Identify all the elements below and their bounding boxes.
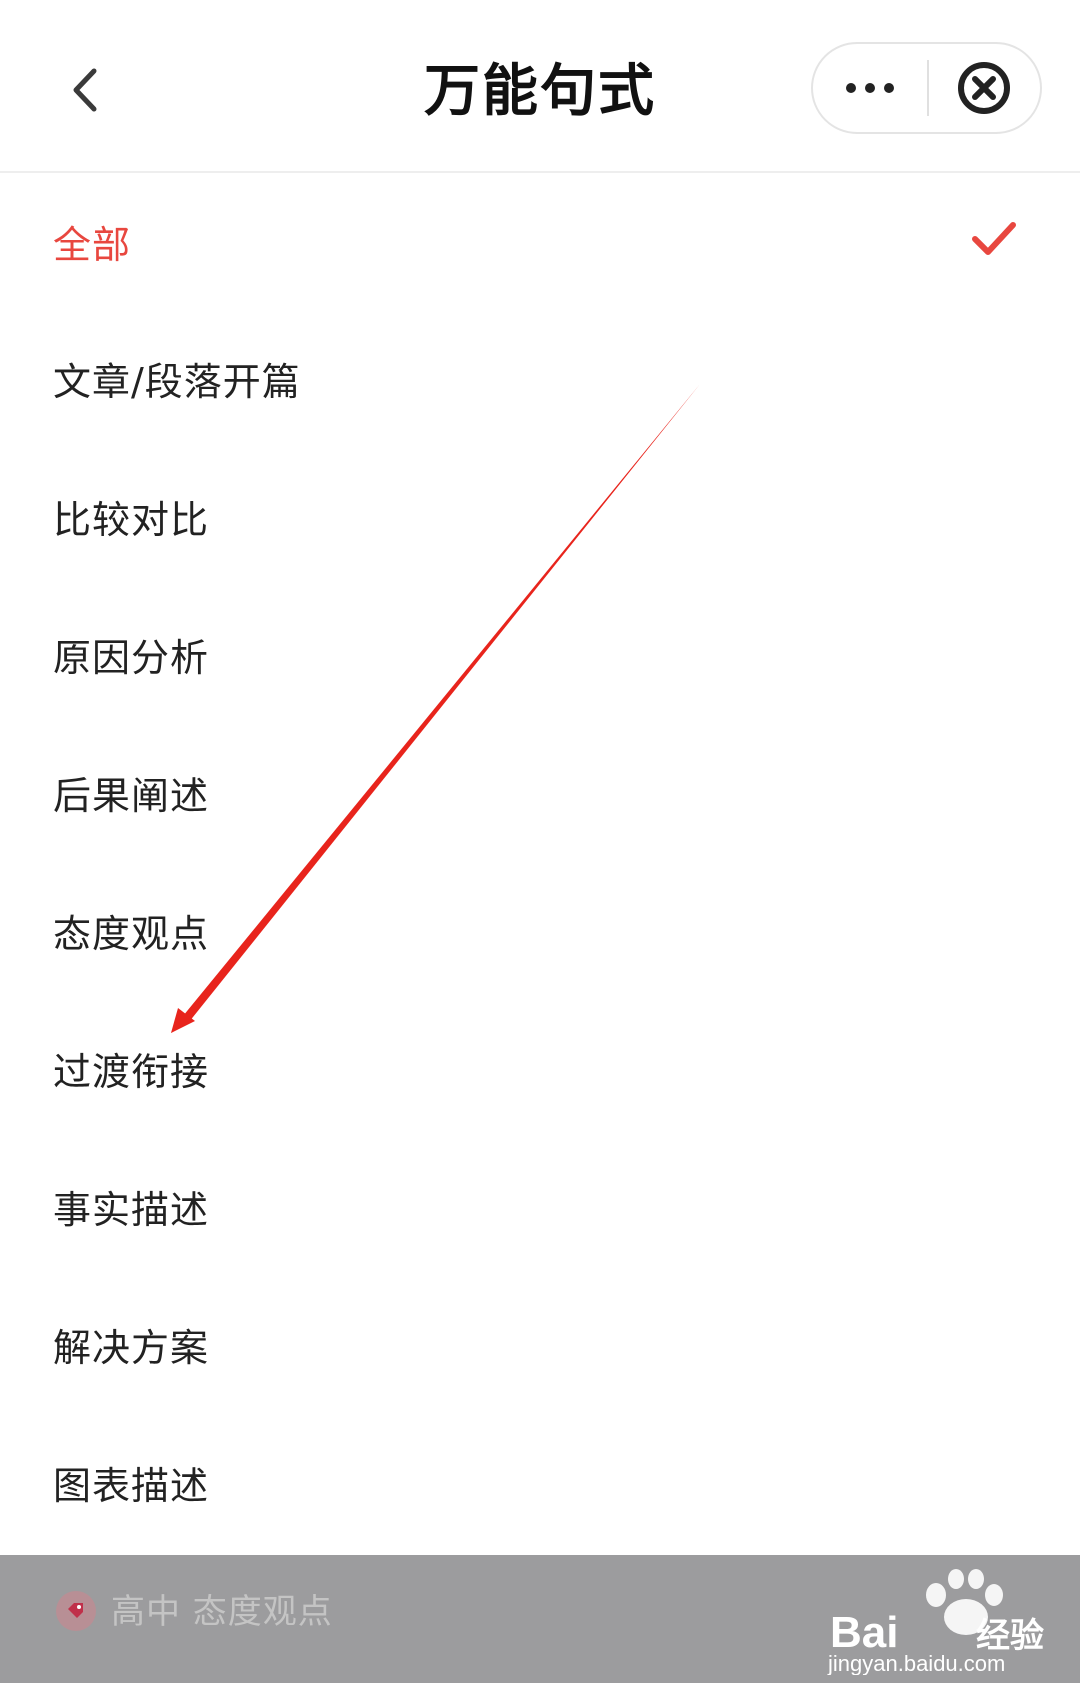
- category-label: 解决方案: [53, 1325, 210, 1370]
- category-label: 后果阐述: [53, 773, 210, 818]
- category-label: 态度观点: [53, 911, 210, 956]
- category-item-all[interactable]: 全部: [0, 173, 1080, 309]
- svg-text:jingyan.baidu.com: jingyan.baidu.com: [827, 1651, 1005, 1675]
- more-button[interactable]: [813, 44, 927, 132]
- category-label: 全部: [53, 222, 132, 267]
- category-item-cause-analysis[interactable]: 原因分析: [0, 585, 1080, 723]
- tag-icon: [56, 1591, 96, 1631]
- checkmark-icon: [972, 222, 1016, 255]
- category-item-consequences[interactable]: 后果阐述: [0, 723, 1080, 861]
- category-item-opinion[interactable]: 态度观点: [0, 861, 1080, 999]
- category-label: 原因分析: [53, 635, 210, 680]
- bottom-bar: 高中 态度观点 Bai 经验 jingyan.baidu.com: [0, 1555, 1080, 1683]
- close-circle-icon: [958, 62, 1011, 114]
- category-item-solution[interactable]: 解决方案: [0, 1275, 1080, 1413]
- navigation-bar: 万能句式: [0, 0, 1080, 173]
- category-item-chart-description[interactable]: 图表描述: [0, 1413, 1080, 1551]
- category-item-opening[interactable]: 文章/段落开篇: [0, 309, 1080, 447]
- category-label: 过渡衔接: [53, 1049, 210, 1094]
- category-label: 事实描述: [53, 1187, 210, 1232]
- more-dots-icon: [846, 83, 894, 93]
- category-list: 全部 文章/段落开篇 比较对比 原因分析 后果阐述 态度观点 过渡衔接 事实描述…: [0, 173, 1080, 1551]
- current-selection-label: 高中 态度观点: [111, 1592, 333, 1632]
- category-label: 比较对比: [53, 497, 210, 542]
- category-item-transition[interactable]: 过渡衔接: [0, 999, 1080, 1137]
- mini-program-capsule: [811, 42, 1042, 134]
- baidu-jingyan-watermark: Bai 经验 jingyan.baidu.com: [827, 1569, 1044, 1675]
- svg-text:经验: 经验: [976, 1616, 1044, 1656]
- category-item-fact-description[interactable]: 事实描述: [0, 1137, 1080, 1275]
- svg-text:Bai: Bai: [830, 1608, 898, 1657]
- category-item-comparison[interactable]: 比较对比: [0, 447, 1080, 585]
- category-label: 图表描述: [53, 1463, 210, 1508]
- category-label: 文章/段落开篇: [53, 359, 301, 404]
- close-button[interactable]: [929, 44, 1040, 132]
